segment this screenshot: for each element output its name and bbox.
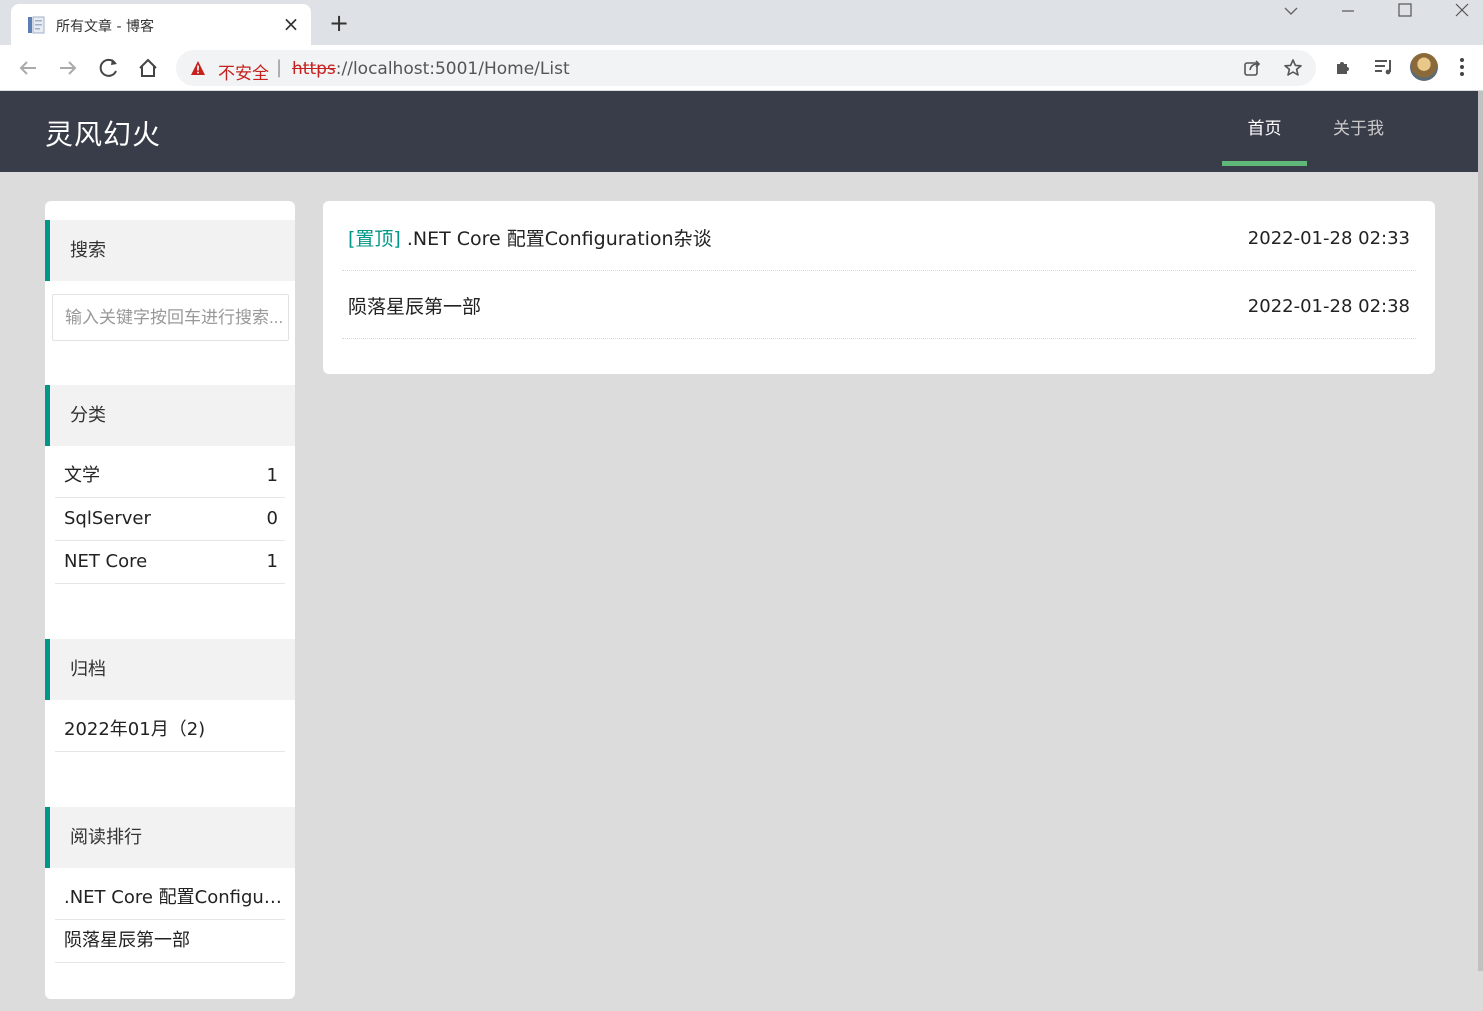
article-title-text: .NET Core 配置Configuration杂谈 [406, 228, 712, 250]
reload-icon[interactable] [95, 54, 123, 82]
browser-menu-kebab-icon[interactable] [1454, 55, 1470, 79]
category-item[interactable]: SqlServer 0 [55, 498, 285, 541]
nav-home-link[interactable]: 首页 [1222, 91, 1307, 172]
category-name: 文学 [64, 465, 100, 486]
nav-about-link[interactable]: 关于我 [1316, 91, 1401, 172]
category-name: NET Core [64, 551, 148, 572]
browser-toolbar: 不安全 | https://localhost:5001/Home/List [0, 45, 1483, 91]
extensions-puzzle-icon[interactable] [1332, 55, 1356, 79]
window-minimize-icon[interactable] [1328, 0, 1368, 25]
ranking-widget-title: 阅读排行 [45, 807, 295, 868]
browser-tab-strip: 所有文章 - 博客 × + [0, 0, 1483, 45]
category-widget-title: 分类 [45, 385, 295, 446]
article-date: 2022-01-28 02:33 [1247, 228, 1410, 249]
home-icon[interactable] [134, 54, 162, 82]
back-arrow-icon[interactable] [14, 54, 42, 82]
new-tab-plus-icon[interactable]: + [326, 10, 352, 36]
category-count: 0 [266, 508, 278, 529]
insecure-label[interactable]: 不安全 [218, 59, 269, 84]
site-logo[interactable]: 灵风幻火 [45, 113, 161, 153]
url-separator: | [276, 57, 283, 78]
article-title-link[interactable]: 陨落星辰第一部 [348, 271, 481, 343]
article-row: 陨落星辰第一部 2022-01-28 02:38 [342, 271, 1416, 339]
sidebar: 搜索 分类 文学 1 SqlServer 0 NET Core 1 归档 202… [45, 201, 295, 999]
page-favicon-icon [28, 16, 45, 34]
search-input[interactable] [52, 294, 289, 341]
category-count: 1 [266, 551, 278, 572]
ranking-item[interactable]: .NET Core 配置Configuration杂谈 [55, 877, 285, 920]
window-close-icon[interactable] [1442, 0, 1482, 25]
address-bar[interactable]: 不安全 | https://localhost:5001/Home/List [176, 50, 1316, 86]
article-row: [置顶] .NET Core 配置Configuration杂谈 2022-01-… [342, 203, 1416, 271]
url-host-path: ://localhost:5001/Home/List [335, 59, 570, 79]
category-item[interactable]: NET Core 1 [55, 541, 285, 584]
category-count: 1 [266, 465, 278, 486]
profile-avatar[interactable] [1410, 53, 1438, 81]
media-queue-icon[interactable] [1372, 55, 1396, 79]
tab-close-icon[interactable]: × [281, 14, 301, 34]
forward-arrow-icon[interactable] [54, 54, 82, 82]
url-scheme: https [292, 59, 336, 79]
article-date: 2022-01-28 02:38 [1247, 296, 1410, 317]
browser-tab[interactable]: 所有文章 - 博客 × [11, 4, 311, 45]
search-widget-title: 搜索 [45, 220, 295, 281]
bookmark-star-icon[interactable] [1283, 58, 1303, 78]
article-title-text: 陨落星辰第一部 [348, 296, 482, 318]
category-item[interactable]: 文学 1 [55, 455, 285, 498]
article-list: [置顶] .NET Core 配置Configuration杂谈 2022-01-… [323, 201, 1435, 374]
article-title-link[interactable]: [置顶] .NET Core 配置Configuration杂谈 [348, 203, 712, 275]
window-maximize-icon[interactable] [1385, 0, 1425, 25]
page-scrollbar[interactable] [1478, 91, 1483, 971]
ranking-item[interactable]: 陨落星辰第一部 [55, 920, 285, 963]
share-icon[interactable] [1242, 58, 1262, 78]
archive-widget-title: 归档 [45, 639, 295, 700]
tab-search-chevron-icon[interactable] [1271, 0, 1311, 25]
web-page: 灵风幻火 首页 关于我 搜索 分类 文学 1 SqlServer 0 NET C… [0, 91, 1478, 1011]
archive-item[interactable]: 2022年01月（2) [55, 709, 285, 752]
site-header: 灵风幻火 首页 关于我 [0, 91, 1478, 172]
tab-title: 所有文章 - 博客 [56, 19, 154, 35]
pinned-tag: [置顶] [348, 228, 401, 250]
url-text[interactable]: https://localhost:5001/Home/List [292, 59, 570, 79]
warning-triangle-icon [191, 61, 205, 75]
category-name: SqlServer [64, 508, 151, 529]
